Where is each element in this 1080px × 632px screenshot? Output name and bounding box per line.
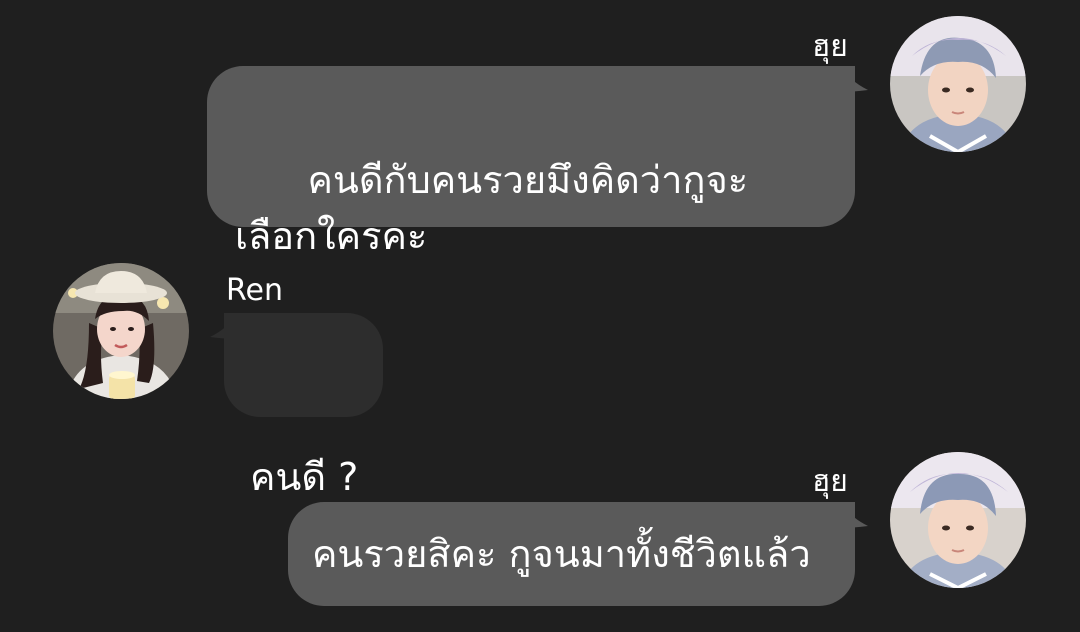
sender-name: Ren [226, 273, 283, 308]
avatar-photo-boy[interactable] [890, 452, 1026, 588]
message-bubble[interactable]: คนดีกับคนรวยมึงคิดว่ากูจะเลือกใครคะ [207, 66, 855, 258]
sender-name: ฮุย [812, 464, 848, 499]
message-bubble[interactable]: คนดี ? [224, 313, 383, 499]
message-text: คนดีกับคนรวยมึงคิดว่ากูจะเลือกใครคะ [235, 158, 749, 258]
avatar-photo-boy[interactable] [890, 16, 1026, 152]
chat-thread: ฮุย คนดีกับคนรวยมึงคิดว่ากูจะเลือกใครคะ [0, 0, 1080, 632]
message-text: คนรวยสิคะ กูจนมาทั้งชีวิตแล้ว [312, 532, 811, 576]
sender-name: ฮุย [812, 29, 848, 64]
message-bubble[interactable]: คนรวยสิคะ กูจนมาทั้งชีวิตแล้ว [288, 502, 855, 606]
avatar-photo-girl[interactable] [53, 263, 189, 399]
message-text: คนดี ? [250, 455, 359, 499]
